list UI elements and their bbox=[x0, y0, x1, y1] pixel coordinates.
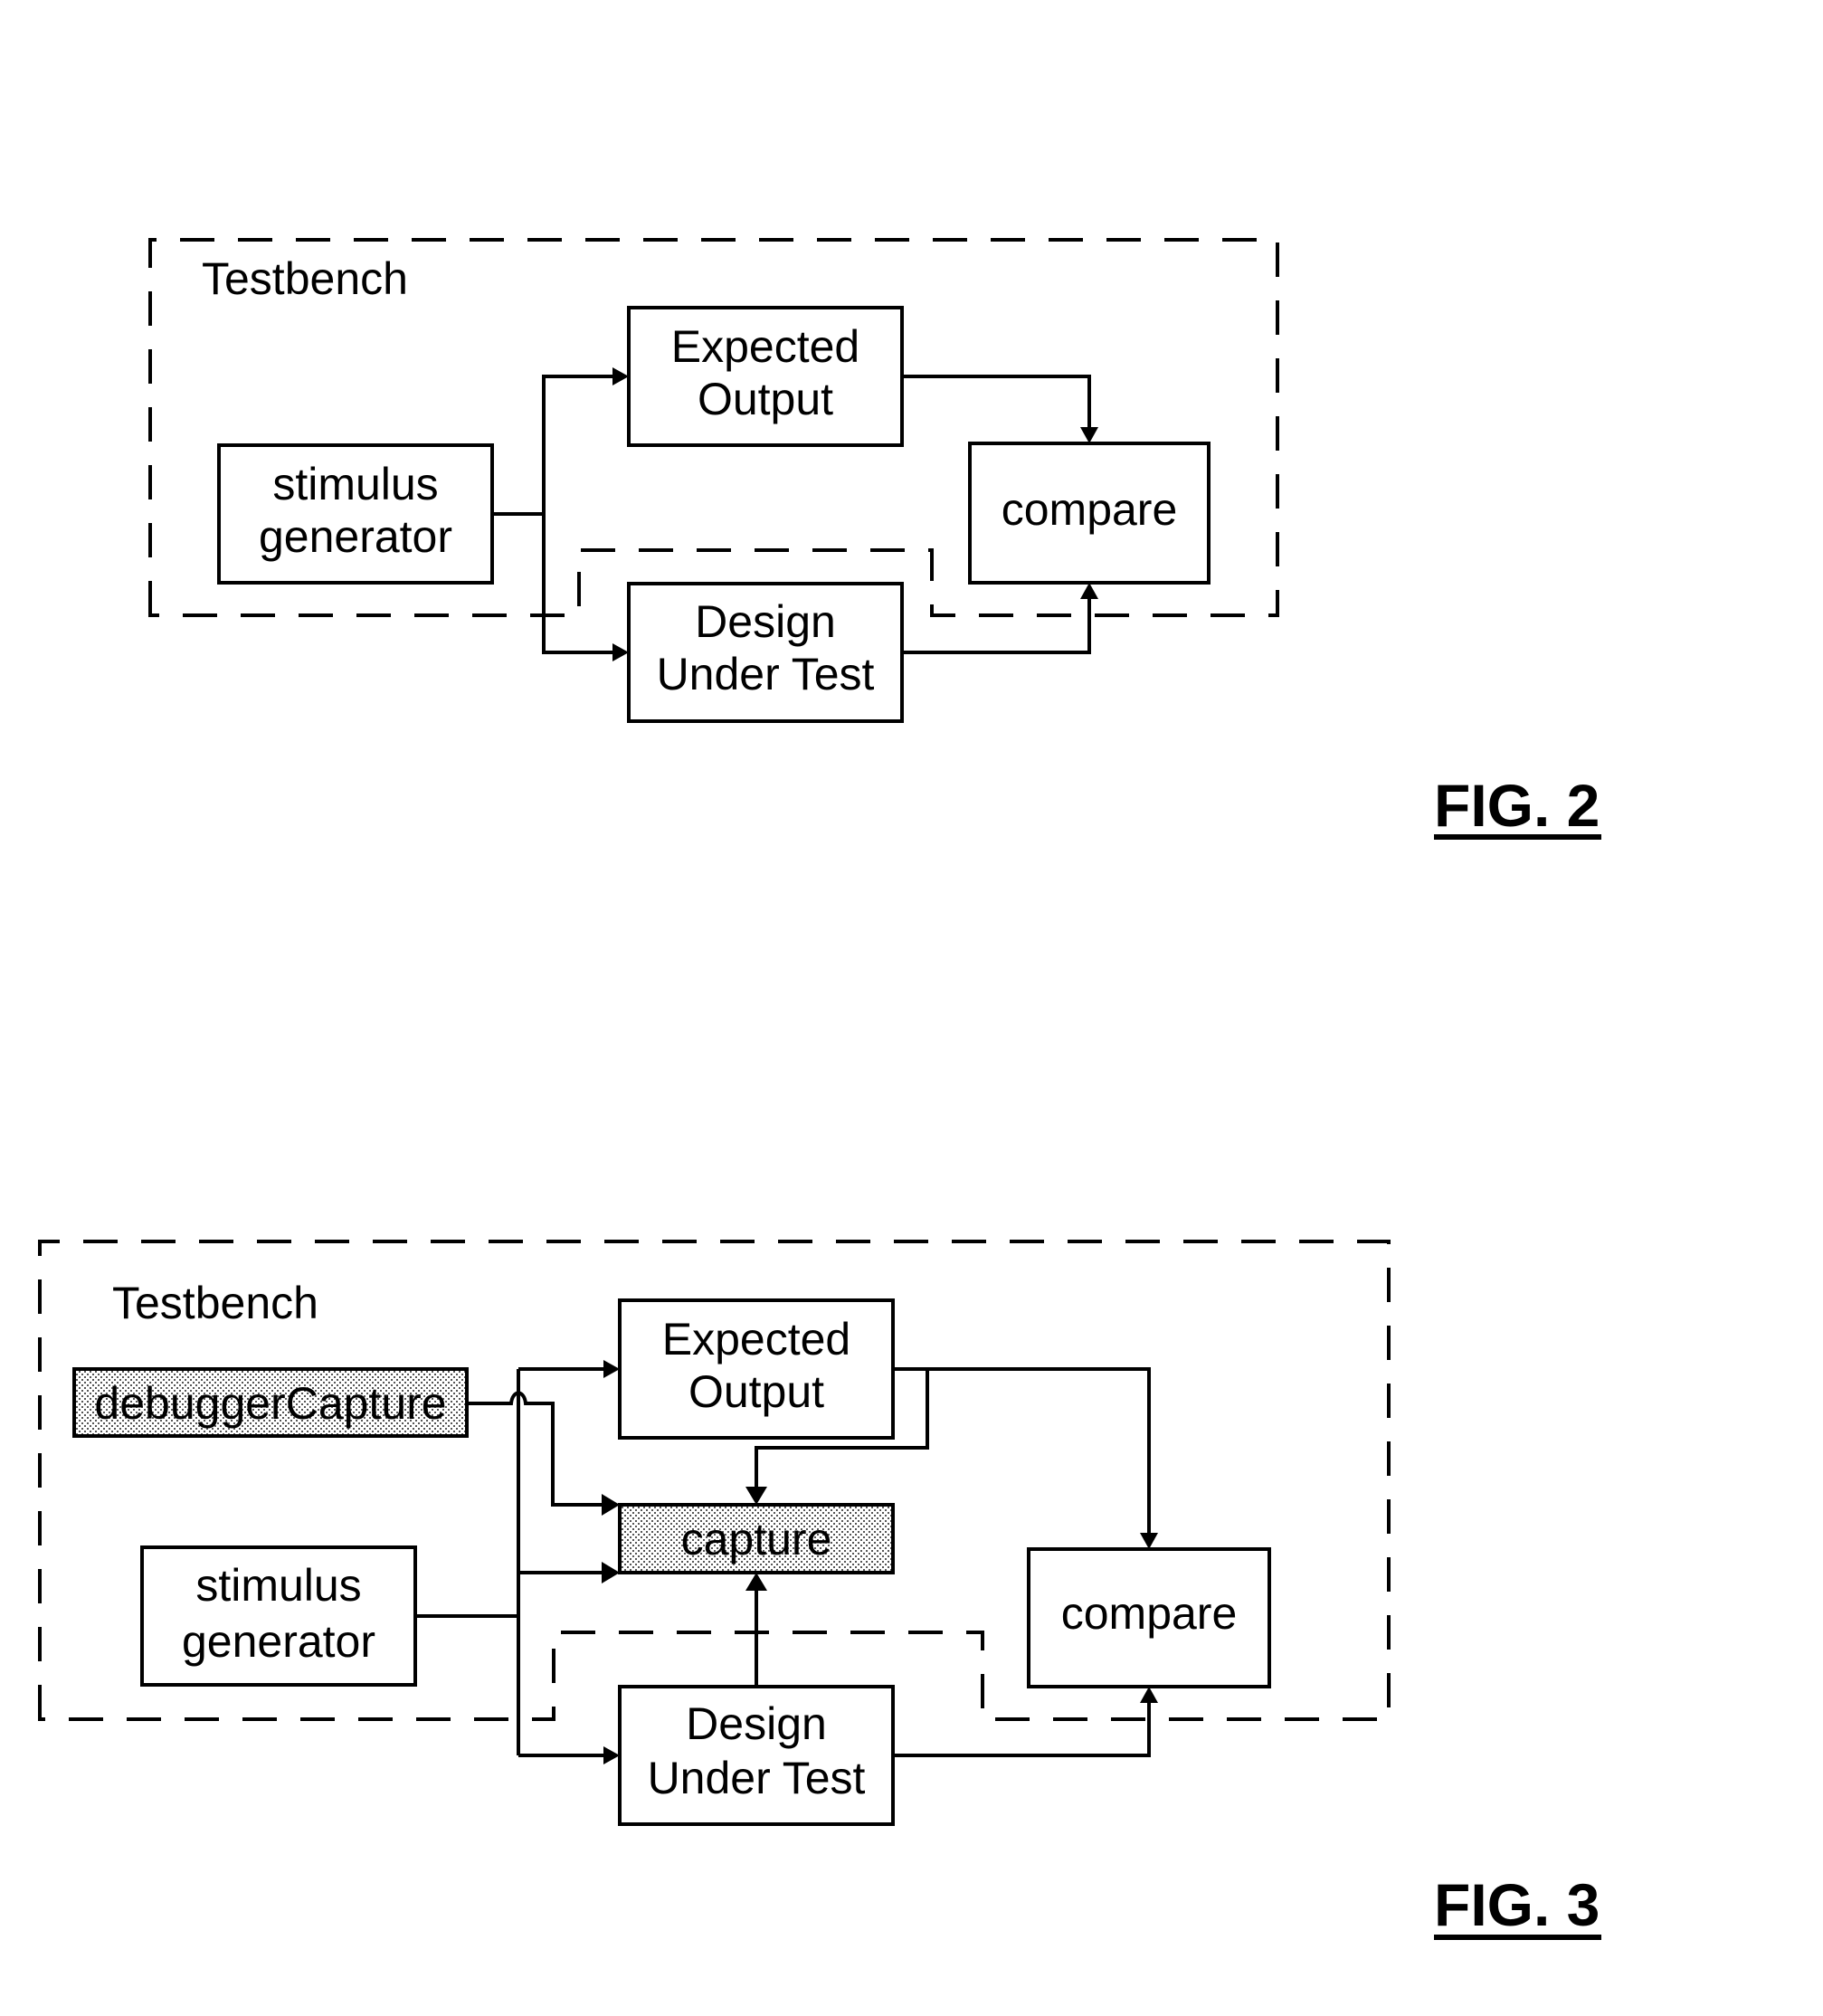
wire-debugger-to-capture bbox=[467, 1390, 611, 1507]
design-under-test-block: Design Under Test bbox=[627, 582, 904, 723]
debugger-capture-block: debuggerCapture bbox=[72, 1367, 469, 1438]
arrowhead bbox=[603, 1360, 620, 1378]
capture-block: capture bbox=[618, 1503, 895, 1574]
arrowhead bbox=[612, 367, 629, 385]
block-label: Output bbox=[688, 1366, 824, 1417]
arrowhead bbox=[1080, 427, 1098, 443]
block-label: Under Test bbox=[648, 1753, 866, 1803]
block-label: stimulus bbox=[272, 459, 438, 509]
arrowhead bbox=[745, 1573, 767, 1591]
arrowhead bbox=[602, 1562, 620, 1583]
figure-caption: FIG. 3 bbox=[1434, 1871, 1600, 1938]
wire-stimulus-to-dut bbox=[542, 514, 620, 654]
design-under-test-block: Design Under Test bbox=[618, 1685, 895, 1826]
expected-output-block: Expected Output bbox=[627, 306, 904, 447]
block-label: Design bbox=[686, 1698, 827, 1749]
block-label: Expected bbox=[662, 1314, 850, 1365]
block-label: compare bbox=[1002, 484, 1178, 535]
arrowhead bbox=[1140, 1687, 1158, 1703]
arrowhead bbox=[745, 1487, 767, 1505]
block-label: debuggerCapture bbox=[94, 1378, 446, 1429]
compare-block: compare bbox=[968, 442, 1211, 585]
caption-underline bbox=[1434, 1935, 1601, 1940]
figure-caption: FIG. 2 bbox=[1434, 772, 1600, 839]
arrowhead bbox=[1080, 583, 1098, 599]
block-label: Under Test bbox=[657, 649, 875, 699]
block-label: Expected bbox=[671, 321, 859, 372]
testbench-label: Testbench bbox=[112, 1278, 318, 1328]
patent-drawing-sheet: Testbench stimulus generator Expected Ou… bbox=[38, 238, 1601, 1940]
block-label: Design bbox=[695, 596, 836, 647]
figure-2: Testbench stimulus generator Expected Ou… bbox=[148, 238, 1601, 840]
wire-expected-to-compare bbox=[902, 375, 1091, 436]
block-label: Output bbox=[698, 374, 833, 424]
block-label: compare bbox=[1061, 1588, 1238, 1639]
block-label: capture bbox=[681, 1514, 832, 1564]
expected-output-block: Expected Output bbox=[618, 1298, 895, 1440]
arrowhead bbox=[612, 643, 629, 661]
block-label: generator bbox=[259, 511, 452, 562]
stimulus-generator-block: stimulus generator bbox=[217, 443, 494, 585]
compare-block: compare bbox=[1027, 1547, 1271, 1688]
arrowhead bbox=[602, 1494, 620, 1516]
wire-stimulus-to-expected bbox=[492, 375, 620, 516]
wire-expected-to-compare bbox=[893, 1367, 1151, 1542]
wire-dut-to-compare bbox=[902, 590, 1091, 654]
caption-underline bbox=[1434, 834, 1601, 840]
block-label: generator bbox=[182, 1616, 375, 1667]
arrowhead bbox=[1140, 1533, 1158, 1549]
testbench-label: Testbench bbox=[202, 253, 408, 304]
wire-dut-to-compare bbox=[893, 1694, 1151, 1757]
stimulus-generator-block: stimulus generator bbox=[140, 1545, 417, 1687]
arrowhead bbox=[603, 1746, 620, 1764]
block-label: stimulus bbox=[195, 1560, 361, 1611]
figure-3: Testbench debuggerCapture stimulus gener… bbox=[38, 1240, 1601, 1940]
